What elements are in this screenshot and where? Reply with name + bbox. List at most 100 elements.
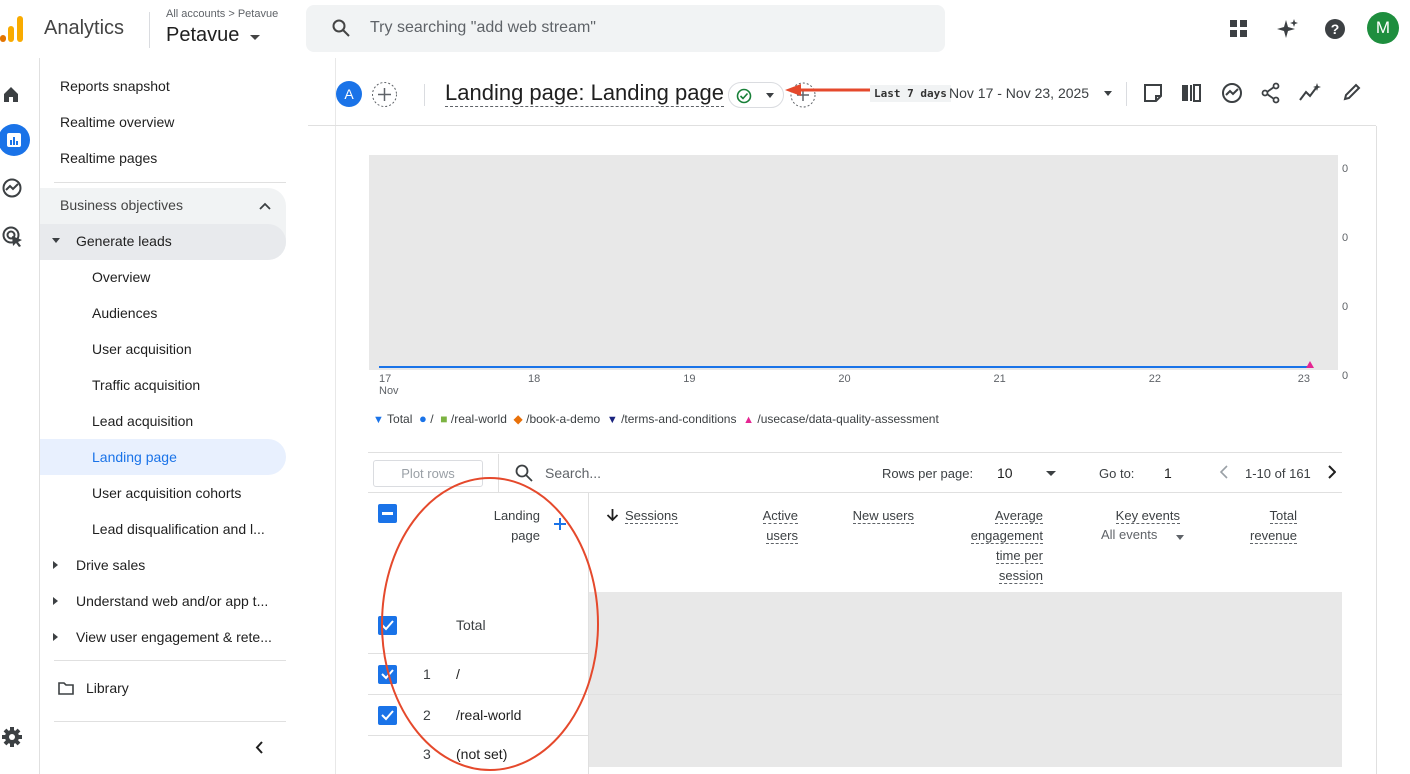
- reports-icon[interactable]: [0, 124, 30, 156]
- caret-down-icon[interactable]: [1104, 91, 1112, 96]
- key-events-filter[interactable]: All events: [1101, 527, 1157, 542]
- account-breadcrumb[interactable]: All accounts > Petavue: [166, 8, 278, 20]
- next-page-icon[interactable]: [1328, 465, 1336, 479]
- x-tick-label: 21: [994, 373, 1006, 385]
- add-comparison-icon[interactable]: [371, 81, 398, 108]
- compare-icon[interactable]: [1180, 83, 1202, 103]
- header-revenue-line2: revenue: [1250, 528, 1297, 544]
- caret-down-icon[interactable]: [1176, 535, 1184, 540]
- header-key-events-label: Key events: [1115, 508, 1180, 524]
- legend-triangle-down-icon: ▼: [606, 414, 618, 426]
- legend-real-world[interactable]: /real-world: [451, 412, 507, 426]
- legend-root[interactable]: /: [430, 412, 433, 426]
- legend-terms[interactable]: /terms-and-conditions: [621, 412, 736, 426]
- chevron-up-icon[interactable]: [259, 202, 271, 210]
- x-tick-label: 20: [838, 373, 850, 385]
- nav-landing-page[interactable]: Landing page: [92, 449, 177, 465]
- header-sessions[interactable]: Sessions: [625, 506, 678, 526]
- header-active-users[interactable]: Active users: [738, 506, 798, 546]
- edit-pencil-icon[interactable]: [1342, 82, 1362, 102]
- nav-user-acquisition[interactable]: User acquisition: [92, 341, 192, 357]
- settings-icon[interactable]: [1, 726, 23, 748]
- sparkle-icon[interactable]: [1276, 18, 1300, 40]
- nav-drive-sales[interactable]: Drive sales: [76, 557, 145, 573]
- nav-realtime-overview[interactable]: Realtime overview: [60, 114, 174, 130]
- date-preset-chip[interactable]: Last 7 days: [870, 85, 951, 102]
- divider: [54, 660, 286, 661]
- analytics-logo[interactable]: [0, 16, 26, 42]
- x-tick-label: 19: [683, 373, 695, 385]
- caret-right-icon[interactable]: [53, 633, 59, 641]
- collapse-chevron-icon[interactable]: [255, 741, 263, 754]
- table-values-placeholder: [589, 592, 1342, 767]
- insights-icon[interactable]: [1221, 82, 1243, 104]
- check-circle-icon: [736, 88, 752, 104]
- apps-icon[interactable]: [1229, 19, 1249, 39]
- help-icon[interactable]: ?: [1324, 18, 1346, 40]
- divider: [1126, 82, 1127, 106]
- nav-user-engagement[interactable]: View user engagement & rete...: [76, 629, 272, 645]
- header-avg-line1: Average: [994, 508, 1043, 524]
- trend-sparkle-icon[interactable]: [1298, 82, 1322, 104]
- advertising-icon[interactable]: [2, 226, 24, 248]
- caret-right-icon[interactable]: [53, 561, 59, 569]
- explore-icon[interactable]: [2, 178, 22, 198]
- caret-down-icon[interactable]: [52, 238, 60, 244]
- header-total-revenue[interactable]: Total revenue: [1230, 506, 1297, 546]
- x-tick-label: 23: [1298, 373, 1310, 385]
- header-key-events[interactable]: Key events: [1090, 506, 1180, 526]
- legend-diamond-icon: ◆: [513, 412, 523, 426]
- header-avg-engagement[interactable]: Average engagement time per session: [943, 506, 1043, 586]
- y-tick-label: 0: [1342, 232, 1348, 244]
- header-avg-line3: time per: [996, 548, 1043, 564]
- legend-total-icon: ▼: [373, 414, 384, 426]
- card-border: [1376, 126, 1377, 774]
- share-icon[interactable]: [1261, 82, 1281, 104]
- home-icon[interactable]: [2, 85, 22, 103]
- report-navigation: Reports snapshot Realtime overview Realt…: [40, 58, 336, 774]
- y-tick-label: 0: [1342, 163, 1348, 175]
- nav-lead-acquisition[interactable]: Lead acquisition: [92, 413, 193, 429]
- header-active-line2: users: [766, 528, 798, 544]
- date-range[interactable]: Nov 17 - Nov 23, 2025: [949, 85, 1089, 101]
- report-title[interactable]: Landing page: Landing page: [445, 80, 724, 107]
- folder-icon: [58, 682, 74, 695]
- nav-understand-web-app[interactable]: Understand web and/or app t...: [76, 593, 268, 609]
- legend-circle-icon: ●: [419, 411, 427, 426]
- nav-audiences[interactable]: Audiences: [92, 305, 157, 321]
- search-box[interactable]: Try searching "add web stream": [306, 5, 945, 52]
- nav-business-objectives[interactable]: Business objectives: [60, 197, 183, 213]
- prev-page-icon[interactable]: [1220, 465, 1228, 479]
- account-avatar[interactable]: M: [1367, 12, 1399, 44]
- caret-down-icon[interactable]: [1046, 471, 1056, 476]
- comparison-avatar[interactable]: A: [336, 81, 362, 107]
- rows-per-page-label: Rows per page:: [882, 466, 974, 481]
- nav-reports-snapshot[interactable]: Reports snapshot: [60, 78, 170, 94]
- header-active-line1: Active: [762, 508, 798, 524]
- goto-input[interactable]: 1: [1164, 465, 1172, 481]
- legend-usecase[interactable]: /usecase/data-quality-assessment: [757, 412, 938, 426]
- rows-per-page-select[interactable]: 10: [997, 465, 1013, 481]
- property-name: Petavue: [166, 24, 240, 46]
- nav-overview[interactable]: Overview: [92, 269, 150, 285]
- legend-total[interactable]: Total: [387, 412, 412, 426]
- caret-right-icon[interactable]: [53, 597, 59, 605]
- legend-book-a-demo[interactable]: /book-a-demo: [526, 412, 600, 426]
- x-tick-label: 17: [379, 373, 391, 385]
- header-avg-line4: session: [998, 568, 1043, 584]
- nav-user-acquisition-cohorts[interactable]: User acquisition cohorts: [92, 485, 241, 501]
- search-icon: [332, 19, 350, 37]
- x-tick-label: 18: [528, 373, 540, 385]
- nav-traffic-acquisition[interactable]: Traffic acquisition: [92, 377, 200, 393]
- search-placeholder: Try searching "add web stream": [370, 19, 596, 36]
- nav-lead-disqualification[interactable]: Lead disqualification and l...: [92, 521, 265, 537]
- nav-library[interactable]: Library: [86, 680, 129, 696]
- top-app-bar: Analytics All accounts > Petavue Petavue…: [0, 0, 1410, 58]
- header-new-users[interactable]: New users: [842, 506, 914, 526]
- x-tick-sublabel: Nov: [379, 385, 399, 397]
- nav-realtime-pages[interactable]: Realtime pages: [60, 150, 157, 166]
- y-tick-label: 0: [1342, 301, 1348, 313]
- nav-generate-leads[interactable]: Generate leads: [76, 233, 172, 249]
- annotation-note-icon[interactable]: [1143, 83, 1163, 103]
- report-status-chip[interactable]: [728, 82, 784, 108]
